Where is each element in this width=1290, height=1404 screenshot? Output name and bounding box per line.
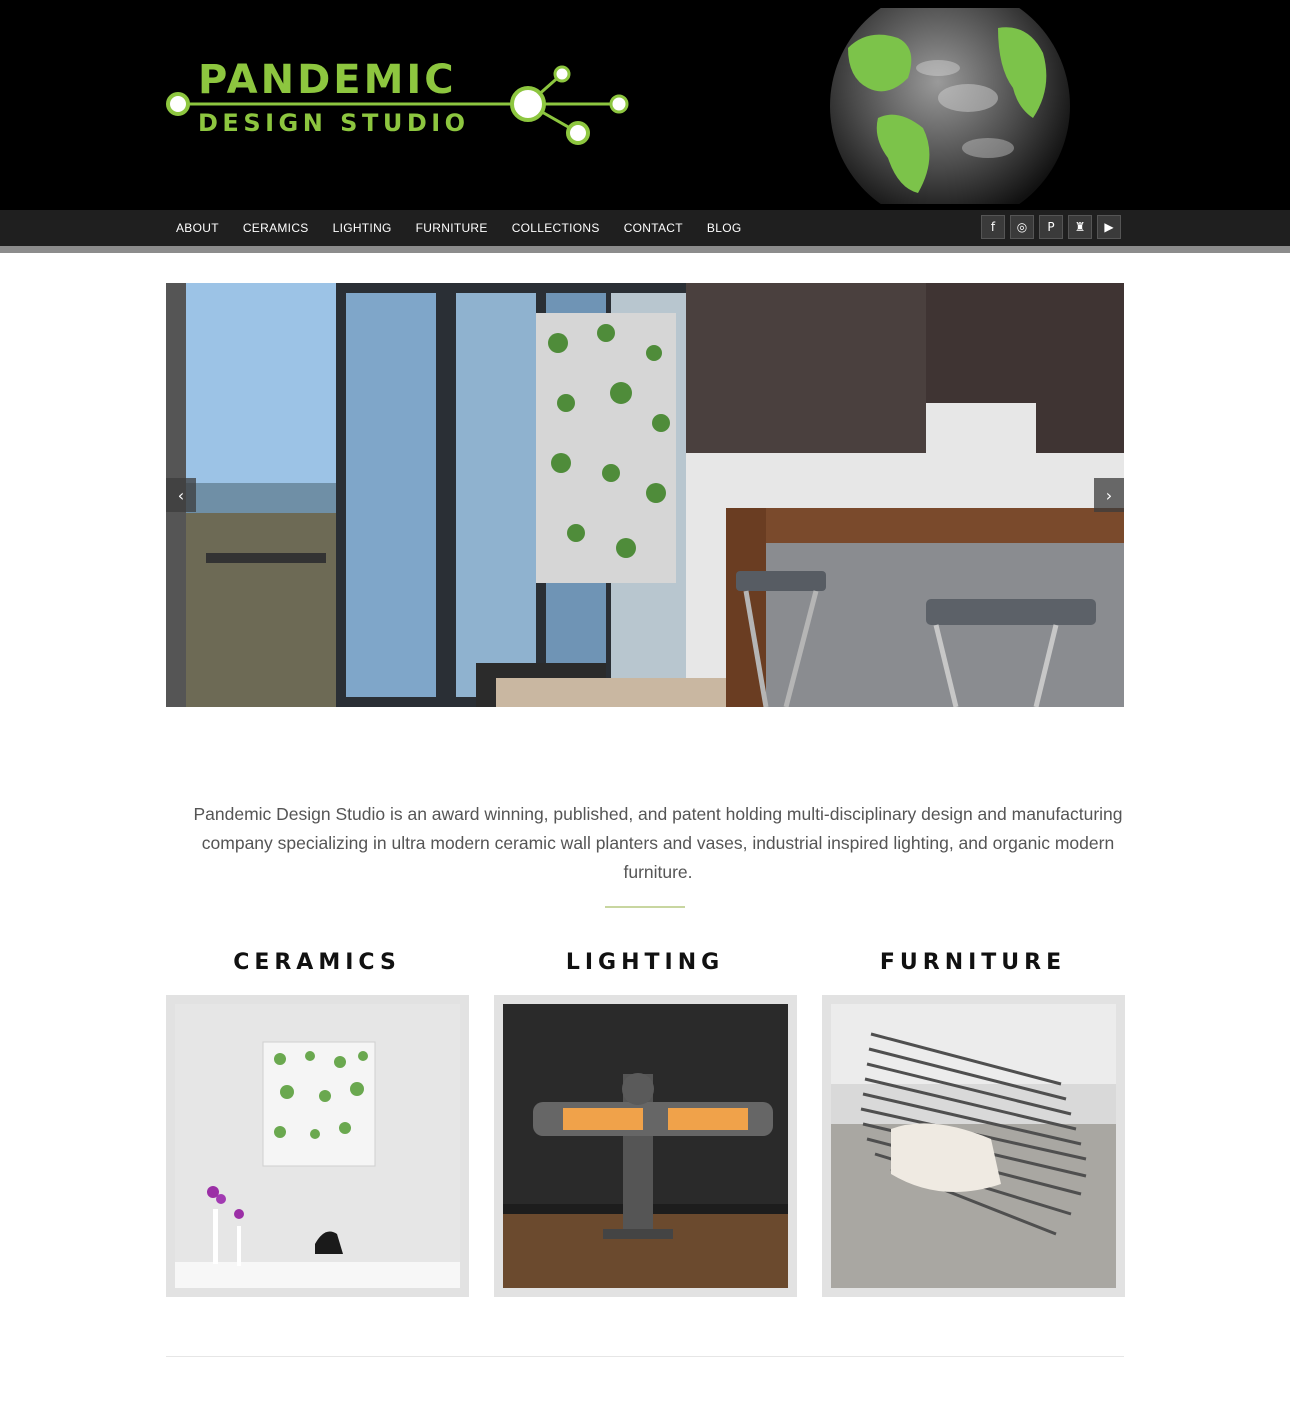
category-title-furniture[interactable]: FURNITURE — [822, 950, 1124, 975]
facebook-icon[interactable]: f — [981, 215, 1005, 239]
pinterest-icon[interactable]: P — [1039, 215, 1063, 239]
hero-slider[interactable]: ‹ › — [166, 283, 1124, 707]
youtube-icon[interactable]: ▶ — [1097, 215, 1121, 239]
main-nav: ABOUT CERAMICS LIGHTING FURNITURE COLLEC… — [0, 210, 1290, 246]
category-card-ceramics[interactable] — [166, 995, 469, 1297]
nav-item-furniture[interactable]: FURNITURE — [404, 210, 500, 246]
intro-paragraph: Pandemic Design Studio is an award winni… — [193, 804, 1123, 882]
nav-item-contact[interactable]: CONTACT — [612, 210, 695, 246]
nav-item-collections[interactable]: COLLECTIONS — [500, 210, 612, 246]
houzz-icon[interactable]: ♜ — [1068, 215, 1092, 239]
social-links: f ◎ P ♜ ▶ — [981, 215, 1121, 239]
logo-line-2: DESIGN STUDIO — [198, 109, 470, 137]
site-logo[interactable]: PANDEMIC DESIGN STUDIO — [164, 58, 634, 150]
logo-line-1: PANDEMIC — [198, 57, 457, 103]
furniture-image — [831, 1004, 1116, 1288]
lighting-image — [503, 1004, 788, 1288]
instagram-icon[interactable]: ◎ — [1010, 215, 1034, 239]
ceramics-image — [175, 1004, 460, 1288]
slider-next-button[interactable]: › — [1094, 478, 1124, 512]
category-title-ceramics[interactable]: CERAMICS — [166, 950, 468, 975]
nav-menu: ABOUT CERAMICS LIGHTING FURNITURE COLLEC… — [164, 210, 753, 246]
hero-kitchen-image — [166, 283, 1124, 707]
category-card-lighting[interactable] — [494, 995, 797, 1297]
category-card-furniture[interactable] — [822, 995, 1125, 1297]
nav-divider — [0, 246, 1290, 253]
nav-item-lighting[interactable]: LIGHTING — [321, 210, 404, 246]
intro-divider — [605, 906, 685, 908]
nav-item-about[interactable]: ABOUT — [164, 210, 231, 246]
globe-image — [828, 8, 1072, 204]
nav-item-ceramics[interactable]: CERAMICS — [231, 210, 321, 246]
slider-prev-button[interactable]: ‹ — [166, 478, 196, 512]
category-title-lighting[interactable]: LIGHTING — [494, 950, 796, 975]
footer-divider — [166, 1356, 1124, 1357]
site-header: PANDEMIC DESIGN STUDIO — [0, 0, 1290, 210]
nav-item-blog[interactable]: BLOG — [695, 210, 754, 246]
